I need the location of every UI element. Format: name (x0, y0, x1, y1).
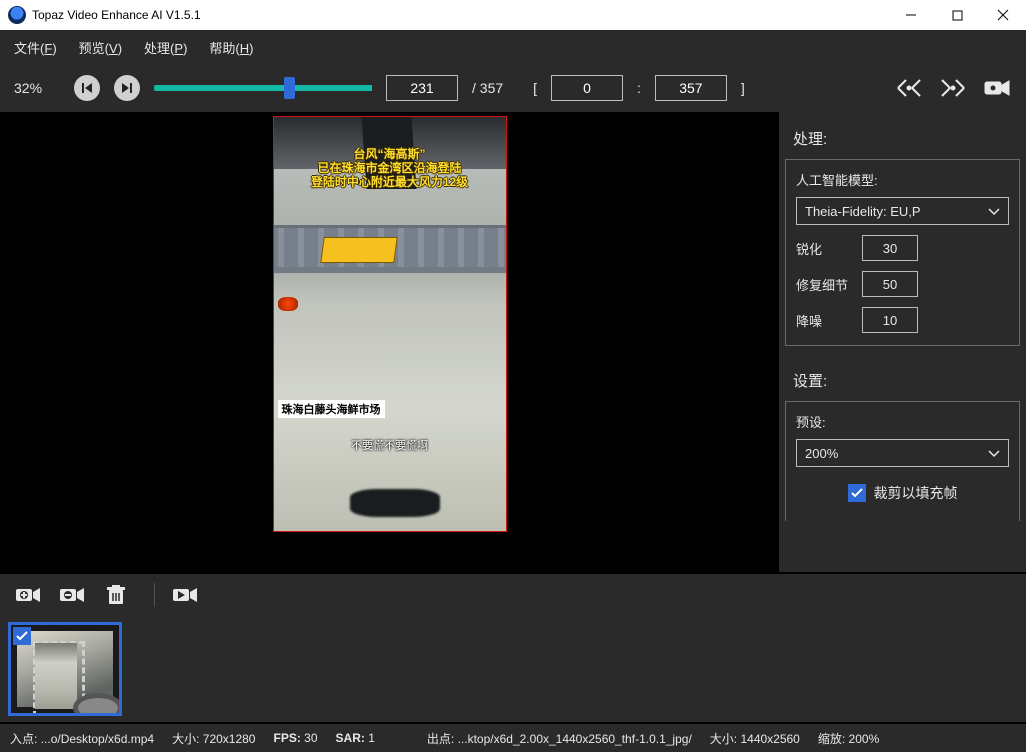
status-in-path: ...o/Desktop/x6d.mp4 (41, 732, 154, 746)
process-clip-button[interactable] (167, 580, 203, 610)
status-in-size: 720x1280 (203, 732, 256, 746)
status-scale: 200% (849, 732, 880, 746)
model-select[interactable]: Theia-Fidelity: EU,P (796, 197, 1009, 225)
status-out-size: 1440x2560 (740, 732, 799, 746)
set-in-point-button[interactable] (894, 76, 924, 100)
delete-clip-button[interactable] (98, 580, 134, 610)
menu-file[interactable]: 文件(F) (14, 38, 57, 57)
set-out-point-button[interactable] (938, 76, 968, 100)
sharpen-label: 锐化 (796, 239, 852, 258)
window-title: Topaz Video Enhance AI V1.5.1 (32, 8, 888, 22)
video-location-tag: 珠海白藤头海鲜市场 (278, 400, 385, 418)
sharpen-input[interactable]: 30 (862, 235, 918, 261)
status-fps: 30 (304, 731, 317, 745)
section-settings: 设置: (779, 356, 1026, 401)
title-bar: Topaz Video Enhance AI V1.5.1 (0, 0, 1026, 30)
status-sar: 1 (368, 731, 375, 745)
out-point-input[interactable]: 357 (655, 75, 727, 101)
preset-select[interactable]: 200% (796, 439, 1009, 467)
model-label: 人工智能模型: (796, 170, 1009, 189)
bracket-close: ] (741, 80, 745, 96)
restore-detail-label: 修复细节 (796, 275, 852, 294)
add-clip-button[interactable] (10, 580, 46, 610)
record-range-button[interactable] (982, 76, 1012, 100)
menu-bar: 文件(F) 预览(V) 处理(P) 帮助(H) (0, 30, 1026, 64)
clip-tray (0, 616, 1026, 722)
next-frame-button[interactable] (114, 75, 140, 101)
maximize-button[interactable] (934, 0, 980, 30)
preview-viewport[interactable]: 台风“海高斯” 已在珠海市金湾区沿海登陆 登陆时中心附近最大风力12级 珠海白藤… (0, 112, 779, 572)
playback-toolbar: 32% 231 / 357 [ 0 : 357 ] (0, 64, 1026, 112)
menu-preview[interactable]: 预览(V) (79, 38, 122, 57)
clip-thumbnail[interactable] (8, 622, 122, 716)
status-out-path: ...ktop/x6d_2.00x_1440x2560_thf-1.0.1_jp… (458, 732, 692, 746)
side-panel: 处理: 人工智能模型: Theia-Fidelity: EU,P 锐化 30 修… (779, 112, 1026, 572)
menu-help[interactable]: 帮助(H) (209, 38, 253, 57)
crop-to-fill-checkbox[interactable] (848, 484, 866, 502)
chevron-down-icon (988, 204, 1000, 219)
prev-frame-button[interactable] (74, 75, 100, 101)
denoise-input[interactable]: 10 (862, 307, 918, 333)
chevron-down-icon (988, 446, 1000, 461)
minimize-button[interactable] (888, 0, 934, 30)
preset-label: 预设: (796, 412, 1009, 431)
remove-clip-button[interactable] (54, 580, 90, 610)
video-caption-headline: 台风“海高斯” 已在珠海市金湾区沿海登陆 登陆时中心附近最大风力12级 (274, 147, 506, 189)
menu-process[interactable]: 处理(P) (144, 38, 187, 57)
clip-selected-check-icon (13, 627, 31, 645)
video-subtitle: 不要慌不要慌啊 (274, 437, 506, 453)
app-logo-icon (8, 6, 26, 24)
bracket-open: [ (533, 80, 537, 96)
zoom-level: 32% (14, 80, 60, 96)
denoise-label: 降噪 (796, 311, 852, 330)
close-button[interactable] (980, 0, 1026, 30)
section-processing: 处理: (779, 114, 1026, 159)
clip-toolbar (0, 572, 1026, 616)
in-point-input[interactable]: 0 (551, 75, 623, 101)
video-frame: 台风“海高斯” 已在珠海市金湾区沿海登陆 登陆时中心附近最大风力12级 珠海白藤… (273, 116, 507, 532)
status-bar: 入点: ...o/Desktop/x6d.mp4 大小: 720x1280 FP… (0, 722, 1026, 752)
restore-detail-input[interactable]: 50 (862, 271, 918, 297)
crop-to-fill-label: 裁剪以填充帧 (874, 483, 958, 503)
timeline-slider[interactable] (154, 76, 372, 100)
current-frame-input[interactable]: 231 (386, 75, 458, 101)
